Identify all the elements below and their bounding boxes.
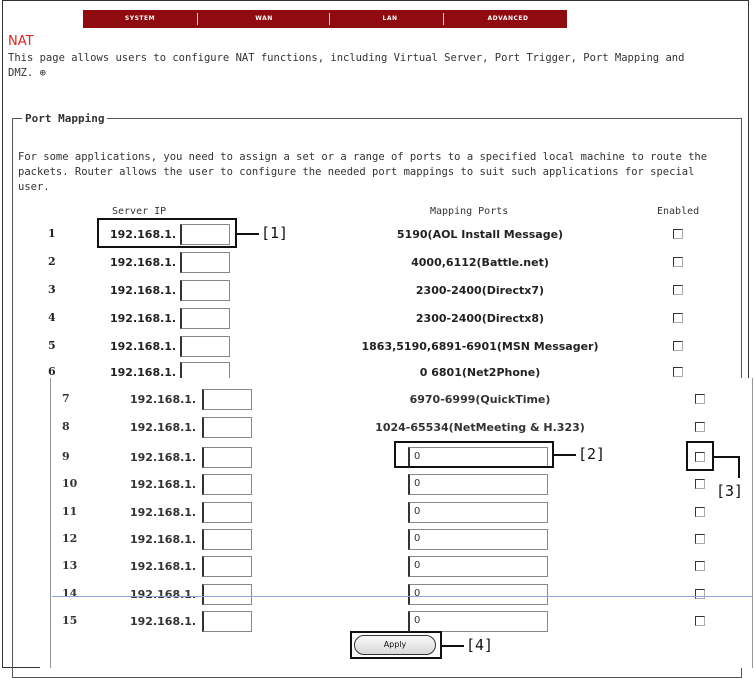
enabled-checkbox[interactable] [673, 285, 683, 295]
row-number: 6 [48, 365, 56, 378]
server-ip-input[interactable] [202, 584, 252, 605]
callout-label-2: [2] [578, 445, 606, 463]
callout-label-4: [4] [466, 636, 494, 654]
callout-box-4 [350, 631, 442, 659]
server-ip-prefix: 192.168.1. [130, 588, 197, 601]
server-ip-input[interactable] [202, 417, 252, 438]
server-ip-prefix: 192.168.1. [110, 256, 177, 269]
callout-line-2 [554, 454, 576, 456]
row-number: 5 [48, 339, 56, 352]
table-row: 6 192.168.1. 0 6801(Net2Phone) [0, 361, 754, 378]
enabled-checkbox[interactable] [695, 422, 705, 432]
server-ip-input[interactable] [202, 556, 252, 577]
server-ip-prefix: 192.168.1. [130, 478, 197, 491]
callout-line-3-vertical [738, 456, 740, 478]
enabled-checkbox[interactable] [695, 394, 705, 404]
row-number: 8 [62, 420, 70, 433]
enabled-checkbox[interactable] [695, 534, 705, 544]
server-ip-prefix: 192.168.1. [110, 366, 177, 378]
server-ip-input[interactable] [202, 474, 252, 495]
row-number: 3 [48, 283, 56, 296]
row-number: 7 [62, 392, 70, 405]
server-ip-prefix: 192.168.1. [130, 560, 197, 573]
row-number: 13 [62, 559, 78, 572]
mapping-table-lower: 7 192.168.1. 6970-6999(QuickTime) 8 192.… [40, 378, 754, 668]
server-ip-input[interactable] [202, 502, 252, 523]
mapping-ports-input[interactable]: 0 [408, 611, 548, 632]
mapping-ports-input[interactable]: 0 [408, 556, 548, 577]
server-ip-prefix: 192.168.1. [130, 451, 197, 464]
table-row: 11 192.168.1. 0 [40, 499, 754, 526]
callout-box-3 [686, 441, 714, 471]
server-ip-input[interactable] [202, 529, 252, 550]
server-ip-prefix: 192.168.1. [110, 340, 177, 353]
table-row: 4 192.168.1. 2300-2400(Directx8) [0, 307, 754, 331]
mapping-ports-label: 4000,6112(Battle.net) [411, 256, 549, 269]
server-ip-prefix: 192.168.1. [130, 615, 197, 628]
mapping-ports-label: 5190(AOL Install Message) [396, 228, 564, 241]
mapping-ports-input[interactable]: 0 [408, 584, 548, 605]
mapping-table-upper: 1 192.168.1. 5190(AOL Install Message) 2… [0, 0, 754, 378]
table-row: 5 192.168.1. 1863,5190,6891-6901(MSN Mes… [0, 335, 754, 359]
server-ip-input[interactable] [202, 447, 252, 468]
row-number: 11 [62, 505, 78, 518]
server-ip-input[interactable] [180, 362, 230, 378]
divider-line [52, 596, 752, 597]
callout-label-1: [1] [261, 224, 289, 242]
server-ip-input[interactable] [180, 280, 230, 301]
callout-line-1 [237, 233, 259, 235]
table-row: 10 192.168.1. 0 [40, 471, 754, 498]
row-number: 1 [48, 227, 56, 240]
enabled-checkbox[interactable] [695, 479, 705, 489]
enabled-checkbox[interactable] [695, 616, 705, 626]
callout-box-2 [394, 441, 554, 468]
server-ip-prefix: 192.168.1. [130, 533, 197, 546]
row-number: 4 [48, 311, 56, 324]
mapping-ports-input[interactable]: 0 [408, 502, 548, 523]
server-ip-prefix: 192.168.1. [130, 506, 197, 519]
callout-box-1 [97, 218, 237, 248]
mapping-ports-input[interactable]: 0 [408, 474, 548, 495]
enabled-checkbox[interactable] [673, 257, 683, 267]
mapping-ports-label: 2300-2400(Directx8) [415, 312, 545, 325]
table-row: 13 192.168.1. 0 [40, 553, 754, 580]
enabled-checkbox[interactable] [695, 561, 705, 571]
enabled-checkbox[interactable] [695, 589, 705, 599]
enabled-checkbox[interactable] [673, 229, 683, 239]
table-row: 3 192.168.1. 2300-2400(Directx7) [0, 279, 754, 303]
mapping-ports-label: 6970-6999(QuickTime) [409, 393, 551, 406]
mapping-ports-label: 0 6801(Net2Phone) [419, 366, 541, 378]
mapping-ports-label: 1863,5190,6891-6901(MSN Messager) [361, 340, 599, 353]
mapping-ports-label: 2300-2400(Directx7) [415, 284, 545, 297]
row-number: 2 [48, 255, 56, 268]
row-number: 9 [62, 450, 70, 463]
server-ip-input[interactable] [202, 389, 252, 410]
enabled-checkbox[interactable] [673, 367, 683, 377]
enabled-checkbox[interactable] [673, 341, 683, 351]
callout-label-3: [3] [716, 482, 744, 500]
mapping-ports-input[interactable]: 0 [408, 529, 548, 550]
server-ip-input[interactable] [202, 611, 252, 632]
row-number: 15 [62, 614, 78, 627]
callout-line-3 [714, 456, 740, 458]
enabled-checkbox[interactable] [673, 313, 683, 323]
server-ip-prefix: 192.168.1. [130, 393, 197, 406]
server-ip-prefix: 192.168.1. [110, 312, 177, 325]
server-ip-input[interactable] [180, 252, 230, 273]
row-number: 14 [62, 587, 78, 600]
table-row: 14 192.168.1. 0 [40, 581, 754, 608]
table-row: 2 192.168.1. 4000,6112(Battle.net) [0, 251, 754, 275]
row-number: 12 [62, 532, 78, 545]
table-row: 12 192.168.1. 0 [40, 526, 754, 553]
enabled-checkbox[interactable] [695, 507, 705, 517]
table-row: 7 192.168.1. 6970-6999(QuickTime) [40, 386, 754, 413]
server-ip-prefix: 192.168.1. [110, 284, 177, 297]
row-number: 10 [62, 477, 78, 490]
table-row: 8 192.168.1. 1024-65534(NetMeeting & H.3… [40, 414, 754, 441]
mapping-ports-label: 1024-65534(NetMeeting & H.323) [375, 421, 585, 434]
server-ip-input[interactable] [180, 308, 230, 329]
server-ip-input[interactable] [180, 336, 230, 357]
server-ip-prefix: 192.168.1. [130, 421, 197, 434]
callout-line-4 [442, 645, 464, 647]
